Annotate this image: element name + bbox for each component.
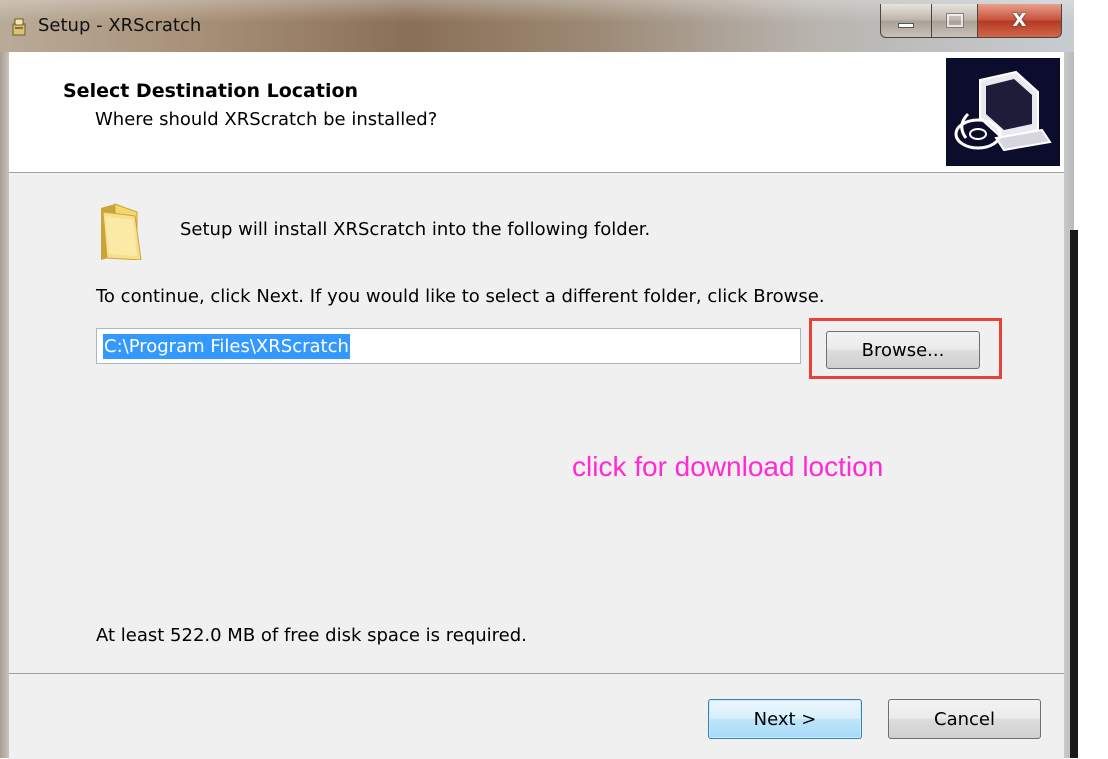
setup-icon: [12, 18, 26, 36]
minimize-icon: [898, 23, 914, 28]
folder-icon: [101, 203, 142, 260]
title-bar[interactable]: Setup - XRScratch X: [0, 0, 1074, 52]
window-title: Setup - XRScratch: [38, 15, 202, 36]
background-window-edge: [1070, 230, 1078, 758]
maximize-icon: [946, 14, 963, 27]
destination-path-input[interactable]: C:\Program Files\XRScratch: [96, 328, 801, 364]
maximize-button[interactable]: [932, 4, 978, 38]
window-frame-left: [0, 52, 9, 758]
annotation-text: click for download loction: [572, 451, 884, 482]
close-icon: X: [1012, 10, 1027, 31]
wizard-footer: Next > Cancel: [9, 673, 1064, 759]
wizard-body: Setup will install XRScratch into the fo…: [9, 173, 1064, 673]
install-info-text: Setup will install XRScratch into the fo…: [180, 219, 651, 240]
computer-install-image: [946, 58, 1060, 166]
destination-path-value: C:\Program Files\XRScratch: [103, 333, 350, 359]
wizard-header: Select Destination Location Where should…: [9, 52, 1064, 173]
disk-space-text: At least 522.0 MB of free disk space is …: [96, 625, 527, 646]
cancel-button[interactable]: Cancel: [888, 699, 1041, 739]
desktop-background: [1074, 0, 1108, 758]
page-subtitle: Where should XRScratch be installed?: [95, 109, 438, 130]
page-title: Select Destination Location: [63, 80, 359, 102]
close-button[interactable]: X: [978, 4, 1062, 38]
next-button[interactable]: Next >: [708, 699, 862, 739]
instructions-text: To continue, click Next. If you would li…: [96, 286, 825, 307]
minimize-button[interactable]: [880, 4, 932, 38]
window-controls: X: [880, 4, 1062, 38]
browse-button[interactable]: Browse...: [826, 331, 980, 369]
